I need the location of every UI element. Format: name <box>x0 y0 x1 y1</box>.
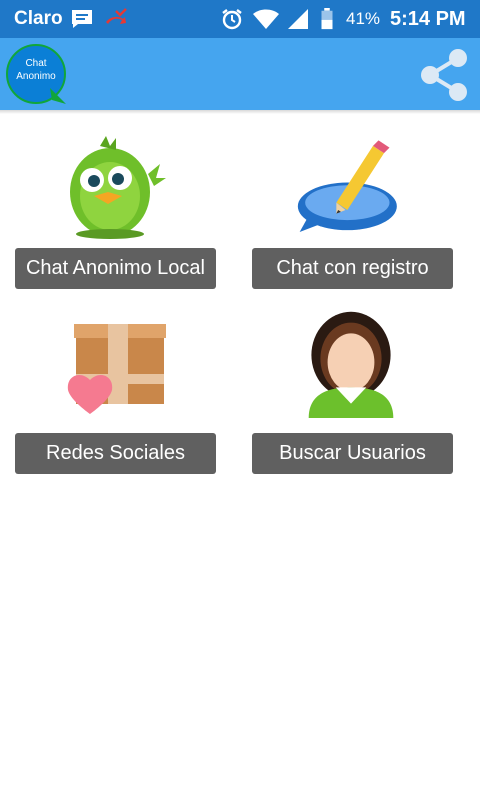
share-icon[interactable] <box>418 46 470 104</box>
app-bar <box>0 38 480 110</box>
clock: 5:14 PM <box>390 8 466 30</box>
logo-bubble-tail-icon <box>50 88 66 104</box>
box-heart-icon[interactable] <box>60 316 170 424</box>
logo-text-line1: Chat <box>25 58 47 69</box>
status-bar: Claro 41% 5:14 PM <box>0 0 480 38</box>
app-logo[interactable]: Chat Anonimo <box>6 44 66 104</box>
app-bar-shadow <box>0 110 480 114</box>
battery-icon <box>321 8 333 30</box>
chat-notification-icon <box>72 10 92 28</box>
chat-con-registro-button[interactable]: Chat con registro <box>252 248 453 289</box>
carrier-label: Claro <box>14 8 63 29</box>
missed-call-icon <box>106 8 127 24</box>
buscar-usuarios-button[interactable]: Buscar Usuarios <box>252 433 453 474</box>
user-avatar-icon[interactable] <box>296 310 406 418</box>
logo-text: Chat Anonimo <box>6 57 66 83</box>
bird-icon[interactable] <box>60 134 170 242</box>
wifi-icon <box>253 9 279 29</box>
pencil-speech-icon[interactable] <box>296 134 406 242</box>
signal-icon <box>288 9 308 29</box>
alarm-icon <box>222 9 242 30</box>
battery-percent: 41% <box>346 9 381 28</box>
chat-anonimo-local-button[interactable]: Chat Anonimo Local <box>15 248 216 289</box>
redes-sociales-button[interactable]: Redes Sociales <box>15 433 216 474</box>
logo-text-line2: Anonimo <box>16 71 56 82</box>
